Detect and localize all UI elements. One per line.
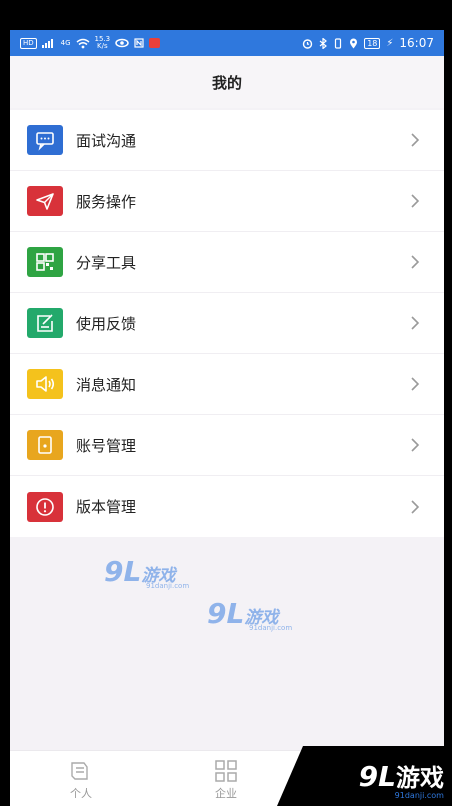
menu-item-service[interactable]: 服务操作 bbox=[10, 171, 444, 232]
corner-watermark: 9L游戏 91danji.com bbox=[358, 760, 444, 800]
menu-item-label: 使用反馈 bbox=[76, 314, 137, 333]
menu-item-share[interactable]: 分享工具 bbox=[10, 232, 444, 293]
vibrate-icon bbox=[335, 37, 342, 49]
watermark: 9L游戏 91danji.com bbox=[207, 597, 293, 632]
menu-item-label: 账号管理 bbox=[76, 436, 137, 455]
net-speed: 15.3 K/s bbox=[94, 35, 111, 50]
tab-label: 个人 bbox=[70, 787, 92, 800]
menu-item-feedback[interactable]: 使用反馈 bbox=[10, 293, 444, 354]
menu-item-label: 消息通知 bbox=[76, 375, 137, 394]
menu-item-label: 分享工具 bbox=[76, 253, 137, 272]
nfc-icon bbox=[134, 38, 144, 48]
feedback-icon bbox=[27, 308, 63, 338]
alarm-icon bbox=[302, 38, 313, 49]
send-icon bbox=[27, 186, 63, 216]
phone-screen: HD 4G 15.3 K/s 18 ⚡ 16:07 我的 面试沟通 服务操作 分… bbox=[10, 30, 444, 806]
clock: 16:07 bbox=[399, 36, 434, 50]
menu-item-label: 面试沟通 bbox=[76, 131, 137, 150]
chevron-right-icon bbox=[411, 499, 420, 514]
tab-personal[interactable]: 个人 bbox=[41, 759, 121, 801]
status-bar: HD 4G 15.3 K/s 18 ⚡ 16:07 bbox=[10, 30, 444, 56]
grid-icon bbox=[215, 760, 237, 782]
menu-item-label: 版本管理 bbox=[76, 498, 137, 516]
alert-icon bbox=[27, 491, 63, 522]
qrcode-icon bbox=[27, 247, 63, 277]
charging-icon: ⚡ bbox=[386, 37, 394, 49]
notification-icon bbox=[149, 38, 161, 48]
chevron-right-icon bbox=[411, 438, 420, 452]
watermark: 9L游戏 91danji.com bbox=[104, 555, 190, 590]
chevron-right-icon bbox=[411, 133, 420, 147]
page-title: 我的 bbox=[211, 73, 242, 92]
signal-icon bbox=[41, 38, 56, 48]
wifi-icon bbox=[76, 38, 90, 48]
menu-item-version[interactable]: 版本管理 bbox=[10, 476, 444, 537]
chevron-right-icon bbox=[411, 316, 420, 330]
chevron-right-icon bbox=[411, 377, 420, 391]
tab-enterprise[interactable]: 企业 bbox=[186, 759, 266, 801]
tab-label: 企业 bbox=[215, 787, 237, 800]
net-gen: 4G bbox=[60, 39, 71, 47]
speaker-icon bbox=[27, 369, 63, 399]
eye-icon bbox=[115, 38, 129, 48]
network-tag: HD bbox=[20, 37, 37, 49]
chevron-right-icon bbox=[411, 194, 420, 208]
menu-item-account[interactable]: 账号管理 bbox=[10, 415, 444, 476]
menu-item-interview[interactable]: 面试沟通 bbox=[10, 110, 444, 171]
account-icon bbox=[27, 430, 63, 460]
chevron-right-icon bbox=[411, 255, 420, 269]
menu-list: 面试沟通 服务操作 分享工具 使用反馈 消息通知 账号管理 版本管理 bbox=[10, 110, 444, 537]
location-icon bbox=[350, 38, 358, 48]
battery-icon: 18 bbox=[364, 37, 381, 49]
bluetooth-icon bbox=[319, 37, 328, 49]
chat-icon bbox=[27, 125, 63, 155]
page-header: 我的 bbox=[10, 56, 444, 108]
menu-item-notification[interactable]: 消息通知 bbox=[10, 354, 444, 415]
person-icon bbox=[71, 762, 88, 780]
menu-item-label: 服务操作 bbox=[76, 192, 137, 211]
